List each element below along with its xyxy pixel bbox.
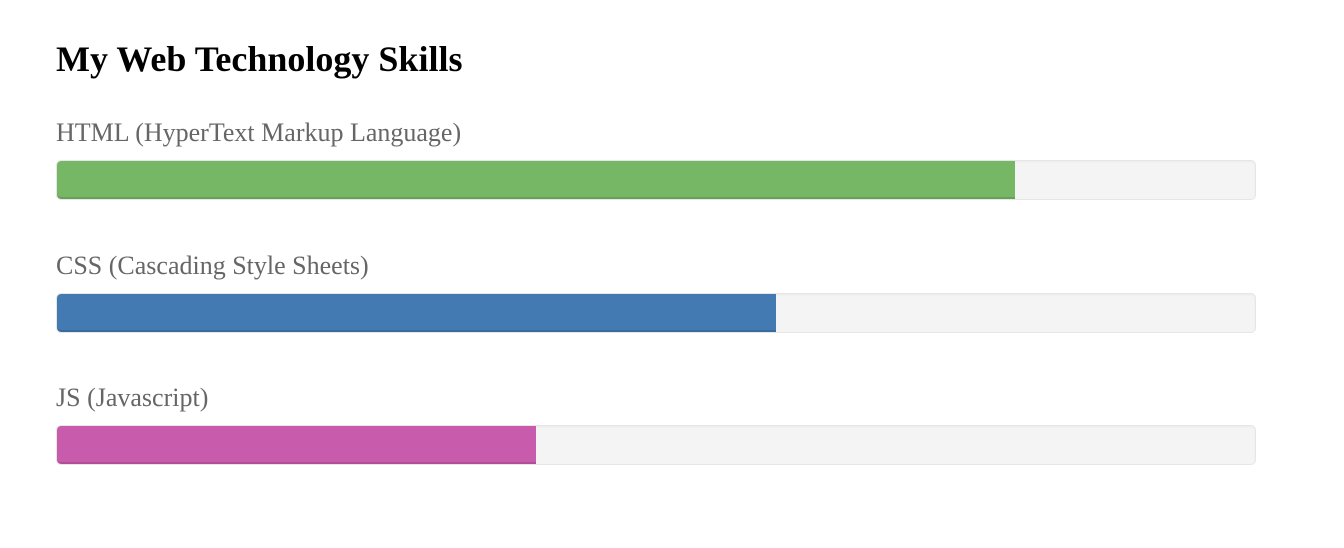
progress-bar-html bbox=[56, 160, 1256, 200]
progress-bar-css bbox=[56, 293, 1256, 333]
skill-label-js: JS (Javascript) bbox=[56, 383, 209, 412]
skill-js: JS (Javascript) bbox=[56, 383, 1256, 465]
progress-fill-css bbox=[57, 294, 776, 332]
page-title: My Web Technology Skills bbox=[56, 39, 463, 79]
progress-fill-js bbox=[57, 426, 537, 464]
progress-fill-html bbox=[57, 161, 1016, 199]
skill-html: HTML (HyperText Markup Language) bbox=[56, 118, 1256, 200]
skill-css: CSS (Cascading Style Sheets) bbox=[56, 251, 1256, 333]
progress-bar-js bbox=[56, 425, 1256, 465]
skill-label-html: HTML (HyperText Markup Language) bbox=[56, 118, 462, 147]
skill-label-css: CSS (Cascading Style Sheets) bbox=[56, 251, 369, 280]
